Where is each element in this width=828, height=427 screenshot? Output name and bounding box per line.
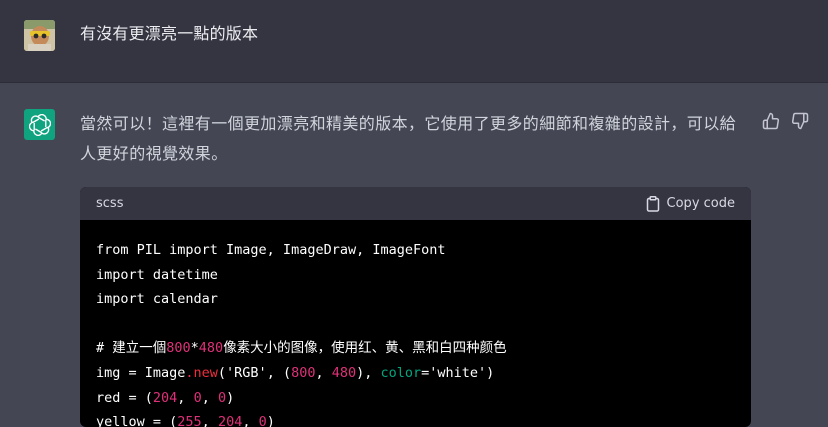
code-token: , bbox=[177, 389, 194, 406]
user-message-text: 有沒有更漂亮一點的版本 bbox=[80, 24, 259, 43]
code-token: .new bbox=[185, 364, 218, 381]
user-avatar bbox=[24, 20, 55, 51]
code-token: 480 bbox=[331, 364, 357, 381]
assistant-message-text: 當然可以！這裡有一個更加漂亮和精美的版本，它使用了更多的細節和複雜的設計，可以給… bbox=[80, 114, 737, 163]
assistant-message-row: 當然可以！這裡有一個更加漂亮和精美的版本，它使用了更多的細節和複雜的設計，可以給… bbox=[0, 83, 828, 427]
code-token: red = ( bbox=[96, 389, 153, 406]
user-avatar-image bbox=[24, 20, 55, 51]
code-token: # 建立一個 bbox=[96, 340, 167, 357]
code-token: 800 bbox=[291, 364, 316, 381]
chatgpt-logo-icon bbox=[24, 109, 55, 140]
code-token: 0 bbox=[193, 389, 202, 406]
code-line: red = (204, 0, 0) bbox=[96, 386, 735, 411]
user-message-row: 有沒有更漂亮一點的版本 bbox=[0, 0, 828, 83]
code-line: img = Image.new('RGB', (800, 480), color… bbox=[96, 361, 735, 386]
code-token: 像素大小的图像，使用红、黄、黑和白四种颜色 bbox=[223, 340, 507, 357]
thumbs-up-icon[interactable] bbox=[762, 112, 782, 132]
code-token: from PIL import Image, ImageDraw, ImageF… bbox=[96, 242, 446, 258]
code-token: 204 bbox=[152, 389, 178, 406]
code-line: from PIL import Image, ImageDraw, ImageF… bbox=[96, 238, 735, 263]
copy-code-label: Copy code bbox=[666, 196, 735, 211]
code-token: ='white') bbox=[421, 364, 495, 381]
code-token: color bbox=[380, 364, 422, 381]
code-line: import datetime bbox=[96, 263, 735, 288]
code-content: from PIL import Image, ImageDraw, ImageF… bbox=[80, 220, 751, 427]
code-token: 0 bbox=[217, 389, 227, 406]
code-line: # 建立一個800*480像素大小的图像，使用红、黄、黑和白四种颜色 bbox=[96, 336, 735, 361]
code-token: ('RGB', ( bbox=[217, 364, 292, 381]
code-token: 800 bbox=[166, 340, 191, 357]
code-token: , bbox=[201, 389, 218, 406]
code-language-label: scss bbox=[96, 196, 124, 211]
code-line: import calendar bbox=[96, 287, 735, 312]
code-line: yellow = (255, 204, 0) bbox=[96, 410, 735, 427]
code-token: , bbox=[315, 364, 332, 381]
code-token: img = Image bbox=[96, 364, 186, 381]
thumbs-down-icon[interactable] bbox=[791, 112, 811, 132]
code-token: import calendar bbox=[96, 291, 218, 308]
code-token: ), bbox=[356, 364, 381, 381]
code-block-header: scss Copy code bbox=[80, 187, 751, 220]
code-block: scss Copy code from PIL import Image, Im… bbox=[80, 187, 751, 427]
copy-code-button[interactable]: Copy code bbox=[646, 195, 735, 212]
code-token: 480 bbox=[198, 340, 224, 357]
clipboard-icon bbox=[646, 195, 659, 212]
code-token: * bbox=[190, 340, 199, 357]
code-token: import datetime bbox=[96, 266, 218, 283]
code-token: ) bbox=[226, 389, 235, 406]
